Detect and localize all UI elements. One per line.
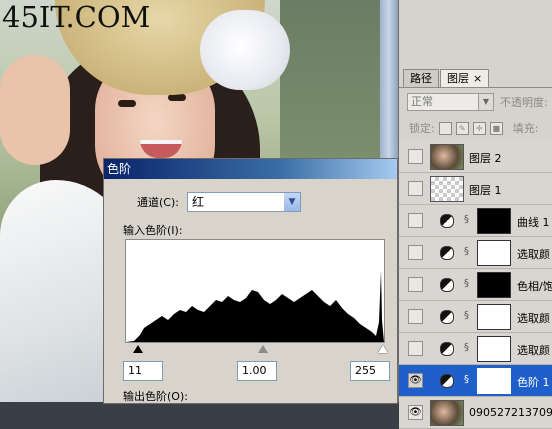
opacity-label: 不透明度: <box>500 96 548 109</box>
levels-dialog: 色阶 通道(C): 红 ▼ 输入色阶(I): 11 1.00 255 输出色阶(… <box>103 158 398 404</box>
layer-row-selected[interactable]: 👁 § 色阶 1 <box>399 365 552 397</box>
photo-flower <box>200 10 290 90</box>
lock-move-icon[interactable]: ✛ <box>472 121 486 135</box>
eye-icon[interactable]: 👁 <box>408 373 423 388</box>
tab-layers-label: 图层 <box>447 72 469 85</box>
visibility-toggle[interactable] <box>408 213 423 228</box>
photo-right-eye <box>168 94 186 101</box>
input-white-field[interactable]: 255 <box>350 361 390 381</box>
black-point-handle[interactable] <box>133 345 143 353</box>
layer-row[interactable]: § 选取颜 <box>399 301 552 333</box>
chevron-down-icon: ▼ <box>478 94 493 110</box>
adjustment-icon <box>440 278 454 292</box>
channel-row: 通道(C): 红 ▼ <box>137 192 301 212</box>
link-icon: § <box>464 214 469 225</box>
layer-thumbnail <box>430 144 464 170</box>
visibility-toggle[interactable] <box>408 181 423 196</box>
tab-paths[interactable]: 路径 <box>403 69 439 88</box>
layer-name: 图层 2 <box>469 152 502 165</box>
white-point-handle[interactable] <box>378 345 388 353</box>
layer-row[interactable]: 图层 1 <box>399 173 552 205</box>
layer-list: 图层 2 图层 1 § 曲线 1 § 选取颜 § 色相/饱 § 选取颜 § 选取… <box>399 141 552 429</box>
gamma-handle[interactable] <box>258 345 268 353</box>
layer-mask[interactable] <box>477 368 511 394</box>
lock-transparency-icon[interactable] <box>438 121 452 135</box>
blend-mode-select[interactable]: 正常 ▼ <box>407 93 494 111</box>
layer-row[interactable]: 图层 2 <box>399 141 552 173</box>
layer-name: 选取颜 <box>517 344 550 357</box>
layer-name: 0905272137098 <box>469 406 552 419</box>
layer-name: 选取颜 <box>517 248 550 261</box>
photo-hand <box>0 55 70 165</box>
visibility-toggle[interactable] <box>408 245 423 260</box>
link-icon: § <box>464 278 469 289</box>
histogram-graph <box>126 270 384 342</box>
layer-name: 色相/饱 <box>517 280 552 293</box>
watermark-text: 45IT.COM <box>2 0 151 34</box>
link-icon: § <box>464 246 469 257</box>
layer-row[interactable]: § 选取颜 <box>399 237 552 269</box>
layer-mask[interactable] <box>477 272 511 298</box>
visibility-toggle[interactable] <box>408 341 423 356</box>
input-levels-label: 输入色阶(I): <box>123 224 183 237</box>
layer-name: 色阶 1 <box>517 376 550 389</box>
link-icon: § <box>464 342 469 353</box>
histogram <box>125 239 385 343</box>
lock-row: 锁定: ✎ ✛ ■ 填充: <box>409 120 538 136</box>
histogram-shape <box>126 270 384 342</box>
channel-value: 红 <box>191 195 204 209</box>
blend-row: 正常 ▼ 不透明度: <box>407 92 548 112</box>
input-gamma-field[interactable]: 1.00 <box>237 361 277 381</box>
layer-row[interactable]: § 色相/饱 <box>399 269 552 301</box>
tab-layers[interactable]: 图层 × <box>440 69 490 88</box>
photo-left-eye <box>118 100 136 107</box>
fill-label: 填充: <box>512 122 539 135</box>
layer-name: 曲线 1 <box>517 216 550 229</box>
layer-row[interactable]: § 选取颜 <box>399 333 552 365</box>
visibility-toggle[interactable] <box>408 277 423 292</box>
adjustment-icon <box>440 246 454 260</box>
layers-panel: 路径 图层 × 正常 ▼ 不透明度: 锁定: ✎ ✛ ■ 填充: 图层 2 图层 … <box>398 0 552 429</box>
layer-name: 图层 1 <box>469 184 502 197</box>
layer-mask[interactable] <box>477 336 511 362</box>
dialog-title[interactable]: 色阶 <box>104 159 397 179</box>
chevron-down-icon: ▼ <box>283 193 300 211</box>
lock-label: 锁定: <box>409 122 435 135</box>
layer-mask[interactable] <box>477 240 511 266</box>
adjustment-icon <box>440 214 454 228</box>
visibility-toggle[interactable] <box>408 149 423 164</box>
adjustment-icon <box>440 342 454 356</box>
layer-row[interactable]: § 曲线 1 <box>399 205 552 237</box>
channel-select[interactable]: 红 ▼ <box>186 192 301 212</box>
close-icon[interactable]: × <box>473 72 482 85</box>
layer-mask[interactable] <box>477 304 511 330</box>
layer-name: 选取颜 <box>517 312 550 325</box>
input-slider[interactable] <box>125 343 388 357</box>
panel-top-area <box>399 0 552 66</box>
layer-thumbnail <box>430 400 464 426</box>
tab-paths-label: 路径 <box>410 72 432 85</box>
blend-mode-value: 正常 <box>411 95 433 108</box>
layer-thumbnail <box>430 176 464 202</box>
layer-mask[interactable] <box>477 208 511 234</box>
eye-icon[interactable]: 👁 <box>408 405 423 420</box>
adjustment-icon <box>440 374 454 388</box>
visibility-toggle[interactable] <box>408 309 423 324</box>
lock-all-icon[interactable]: ■ <box>489 121 503 135</box>
adjustment-icon <box>440 310 454 324</box>
channel-label: 通道(C): <box>137 196 179 209</box>
link-icon: § <box>464 310 469 321</box>
panel-tabs: 路径 图层 × <box>403 69 490 88</box>
lock-brush-icon[interactable]: ✎ <box>455 121 469 135</box>
link-icon: § <box>464 374 469 385</box>
input-black-field[interactable]: 11 <box>123 361 163 381</box>
